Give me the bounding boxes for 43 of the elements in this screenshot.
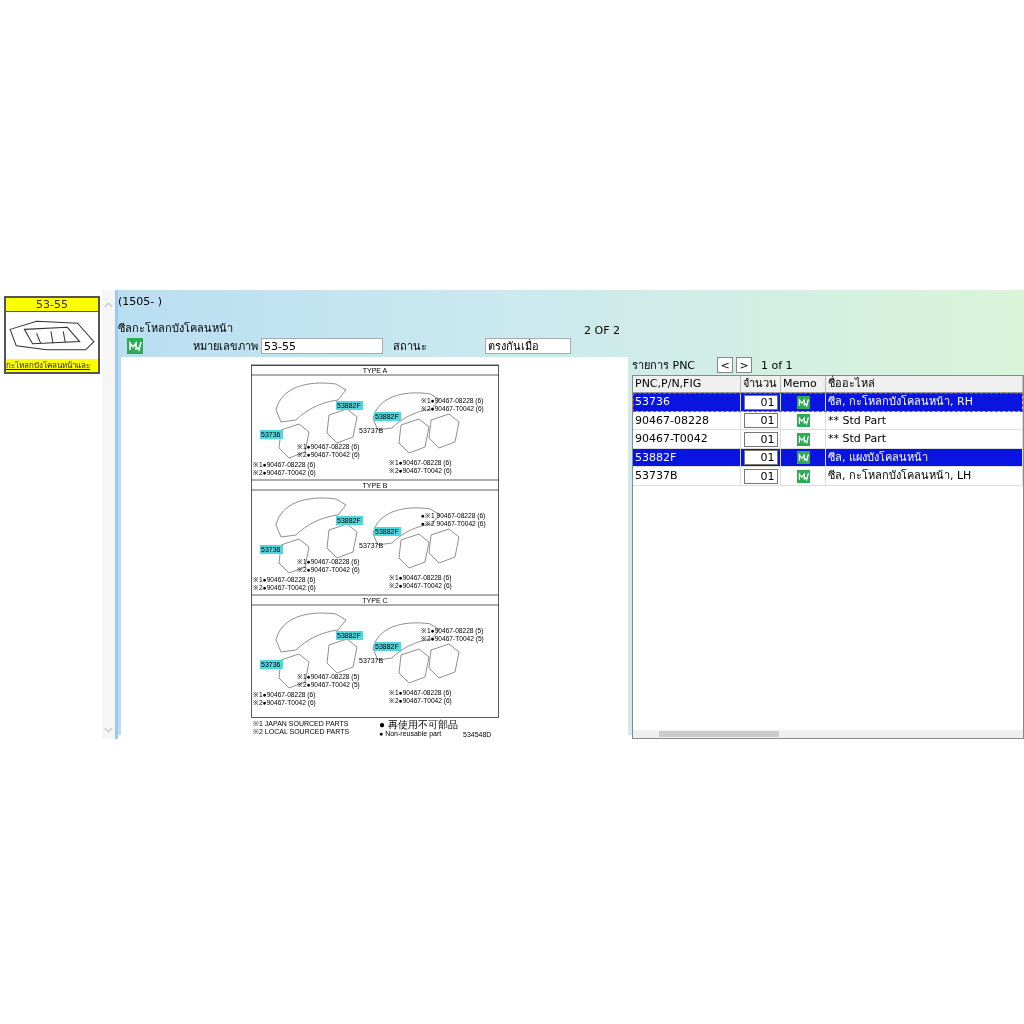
table-cell: ** Std Part bbox=[826, 430, 1023, 448]
thumbnail-card[interactable]: 53-55 กะโหลกบังโคลนหน้าและ bbox=[4, 296, 100, 374]
parts-row[interactable]: 53736 01 ซีล, กะโหลกบังโคลนหน้า, RH bbox=[633, 393, 1023, 412]
quantity-field[interactable]: 01 bbox=[743, 413, 778, 428]
table-cell: 53737B bbox=[633, 467, 741, 485]
quantity-field[interactable]: 01 bbox=[743, 450, 778, 465]
column-header[interactable]: PNC,P/N,FIG bbox=[633, 376, 741, 392]
memo-icon[interactable] bbox=[796, 395, 810, 409]
quantity-field[interactable]: 01 bbox=[743, 468, 778, 484]
thumbnail-code: 53-55 bbox=[6, 298, 98, 312]
scroll-up-icon[interactable] bbox=[104, 302, 113, 308]
table-cell: ซีล, แผงบังโคลนหน้า bbox=[826, 448, 1023, 467]
page-counter: 2 OF 2 bbox=[584, 324, 620, 337]
figure-title: ซีลกะโหลกบังโคลนหน้า bbox=[118, 321, 233, 337]
thumbnail-caption: กะโหลกบังโคลนหน้าและ bbox=[6, 359, 98, 372]
scroll-down-icon[interactable] bbox=[104, 727, 113, 733]
next-button[interactable]: > bbox=[736, 357, 752, 373]
horizontal-scrollbar[interactable] bbox=[633, 730, 1023, 738]
quantity-field[interactable]: 01 bbox=[743, 394, 778, 410]
pnc-list-label: รายการ PNC bbox=[632, 358, 697, 374]
status-field[interactable]: ตรงกันเมื่อ bbox=[485, 338, 571, 354]
column-header[interactable]: จำนวน bbox=[741, 376, 781, 392]
status-label: สถานะ bbox=[393, 339, 428, 355]
memo-icon[interactable] bbox=[796, 451, 810, 464]
table-cell: ซีล, กะโหลกบังโคลนหน้า, LH bbox=[826, 467, 1023, 485]
table-cell: ซีล, กะโหลกบังโคลนหน้า, RH bbox=[826, 393, 1023, 411]
column-header[interactable]: Memo bbox=[781, 376, 826, 392]
table-cell: 90467-T0042 bbox=[633, 430, 741, 448]
previous-button[interactable]: < bbox=[717, 357, 733, 373]
parts-row[interactable]: 90467-08228 01 ** Std Part bbox=[633, 411, 1023, 430]
quantity-field[interactable]: 01 bbox=[743, 431, 778, 447]
picture-number-label: หมายเลขภาพ bbox=[193, 339, 258, 355]
table-cell: 90467-08228 bbox=[633, 411, 741, 430]
legend-text: ● 再使用不可部品 bbox=[379, 719, 458, 730]
picture-number-field[interactable]: 53-55 bbox=[261, 338, 383, 354]
table-cell: 53882F bbox=[633, 448, 741, 467]
table-cell: 53736 bbox=[633, 393, 741, 411]
page-indicator: 1 of 1 bbox=[761, 358, 793, 372]
date-range: (1505- ) bbox=[118, 294, 164, 310]
table-cell: ** Std Part bbox=[826, 411, 1023, 430]
parts-row[interactable]: 90467-T0042 01 ** Std Part bbox=[633, 430, 1023, 449]
column-header[interactable]: ชื่ออะไหล่ bbox=[826, 376, 1023, 392]
parts-row[interactable]: 53737B 01 ซีล, กะโหลกบังโคลนหน้า, LH bbox=[633, 467, 1023, 486]
